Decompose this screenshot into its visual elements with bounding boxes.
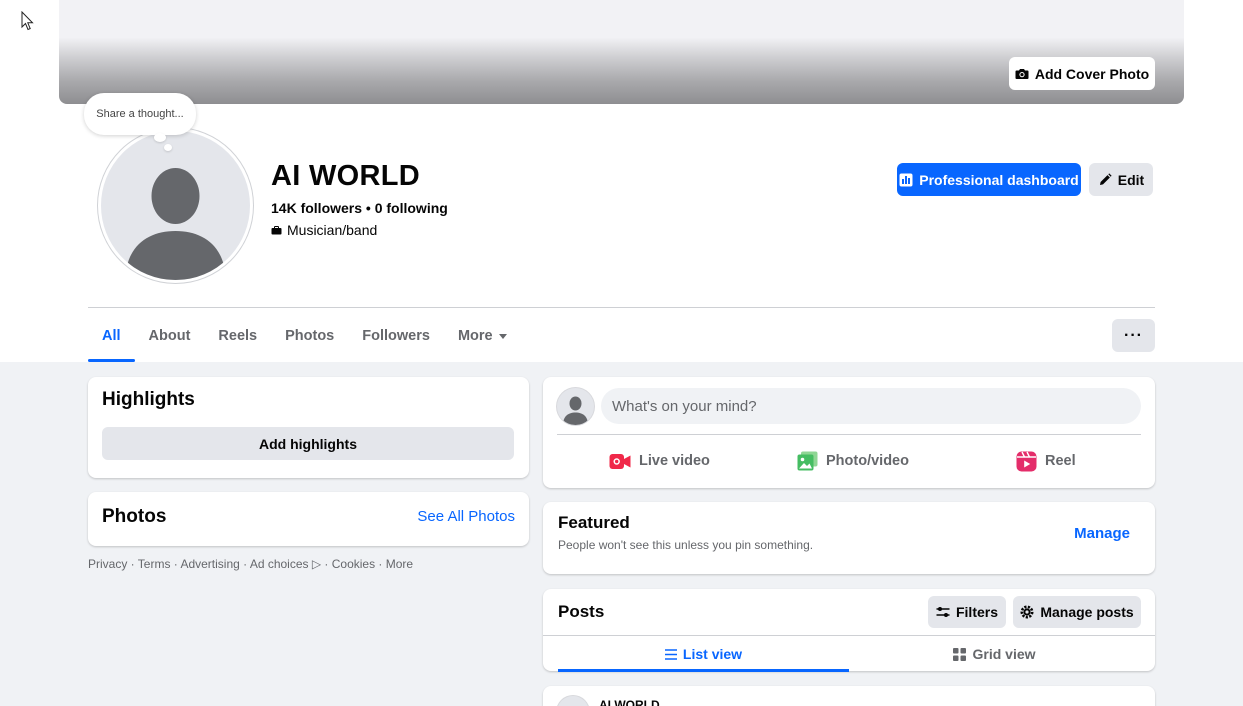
default-user-icon — [125, 168, 226, 280]
professional-dashboard-label: Professional dashboard — [919, 171, 1079, 188]
share-thought-bubble[interactable]: Share a thought... — [84, 93, 196, 135]
more-options-button[interactable]: ··· — [1112, 319, 1155, 352]
edit-button[interactable]: Edit — [1089, 163, 1153, 196]
composer-divider — [557, 434, 1141, 435]
tab-photos-label: Photos — [285, 328, 335, 344]
tab-reels-label: Reels — [218, 328, 258, 344]
tab-followers[interactable]: Followers — [348, 310, 444, 362]
manage-featured-link[interactable]: Manage — [1074, 525, 1130, 542]
pencil-icon — [1099, 172, 1112, 185]
followers-count[interactable]: 14K followers • 0 following — [271, 200, 448, 216]
tab-grid-view[interactable]: Grid view — [849, 636, 1140, 672]
share-thought-label: Share a thought... — [96, 108, 184, 120]
photo-video-button[interactable]: Photo/video — [797, 449, 909, 473]
posts-card: Posts Filters Manage posts List view Gri… — [543, 589, 1155, 672]
more-options-label: ··· — [1124, 326, 1143, 344]
dashboard-chart-icon — [899, 173, 913, 186]
manage-posts-label: Manage posts — [1040, 604, 1134, 620]
default-user-icon — [563, 396, 588, 425]
live-video-button[interactable]: Live video — [609, 449, 710, 473]
page-category-label: Musician/band — [287, 222, 378, 238]
thought-bubble-tail — [154, 133, 166, 142]
grid-icon — [953, 647, 967, 661]
tab-all[interactable]: All — [88, 310, 135, 362]
photos-title: Photos — [102, 506, 167, 527]
tab-about-label: About — [148, 328, 191, 344]
post-item: AI WORLD — [543, 686, 1155, 706]
featured-subtitle: People won't see this unless you pin som… — [558, 538, 814, 552]
tab-reels[interactable]: Reels — [204, 310, 271, 362]
reel-label: Reel — [1045, 453, 1076, 469]
list-icon — [664, 648, 677, 660]
mouse-cursor-icon — [21, 11, 34, 31]
profile-avatar[interactable] — [98, 128, 253, 283]
photo-video-icon — [797, 451, 818, 471]
tab-photos[interactable]: Photos — [271, 310, 348, 362]
photos-card: Photos See All Photos — [88, 492, 529, 546]
page-category: Musician/band — [271, 222, 377, 238]
filter-sliders-icon — [936, 607, 950, 617]
post-author-name[interactable]: AI WORLD — [599, 698, 660, 706]
gear-icon — [1020, 605, 1034, 619]
highlights-title: Highlights — [102, 389, 195, 410]
photo-video-label: Photo/video — [826, 453, 909, 469]
professional-dashboard-button[interactable]: Professional dashboard — [897, 163, 1081, 196]
tab-more[interactable]: More — [444, 310, 521, 362]
filters-button[interactable]: Filters — [928, 596, 1006, 628]
add-cover-photo-button[interactable]: Add Cover Photo — [1009, 57, 1155, 90]
post-author-avatar[interactable] — [557, 696, 589, 706]
see-all-photos-link[interactable]: See All Photos — [417, 508, 515, 525]
tab-all-label: All — [102, 328, 121, 344]
page-title: AI WORLD — [271, 160, 420, 192]
live-video-icon — [609, 453, 631, 469]
add-cover-photo-label: Add Cover Photo — [1034, 65, 1150, 82]
post-composer-card: Live video Photo/video Reel — [543, 377, 1155, 488]
tab-list-view[interactable]: List view — [558, 636, 849, 672]
composer-avatar[interactable] — [557, 388, 594, 425]
manage-posts-button[interactable]: Manage posts — [1013, 596, 1141, 628]
live-video-label: Live video — [639, 453, 710, 469]
camera-icon — [1015, 68, 1029, 79]
thought-bubble-tail-small — [164, 144, 172, 151]
footer-links[interactable]: Privacy · Terms · Advertising · Ad choic… — [88, 557, 413, 571]
grid-view-label: Grid view — [972, 646, 1036, 662]
header-divider — [88, 307, 1155, 308]
featured-title: Featured — [558, 513, 630, 532]
filters-label: Filters — [955, 604, 998, 620]
highlights-card: Highlights Add highlights — [88, 377, 529, 478]
edit-label: Edit — [1117, 171, 1145, 188]
add-highlights-button[interactable]: Add highlights — [102, 427, 514, 460]
caret-down-icon — [498, 333, 507, 339]
list-view-label: List view — [682, 646, 743, 662]
featured-card: Featured People won't see this unless yo… — [543, 502, 1155, 574]
add-highlights-label: Add highlights — [259, 435, 357, 452]
tab-more-label: More — [457, 328, 493, 344]
posts-title: Posts — [558, 602, 605, 621]
reel-icon — [1016, 451, 1037, 471]
briefcase-icon — [271, 225, 282, 234]
reel-button[interactable]: Reel — [1016, 449, 1076, 473]
whats-on-your-mind-input[interactable] — [601, 388, 1141, 424]
tab-followers-label: Followers — [362, 328, 430, 344]
tab-about[interactable]: About — [135, 310, 205, 362]
profile-tabs: All About Reels Photos Followers More — [88, 310, 521, 362]
